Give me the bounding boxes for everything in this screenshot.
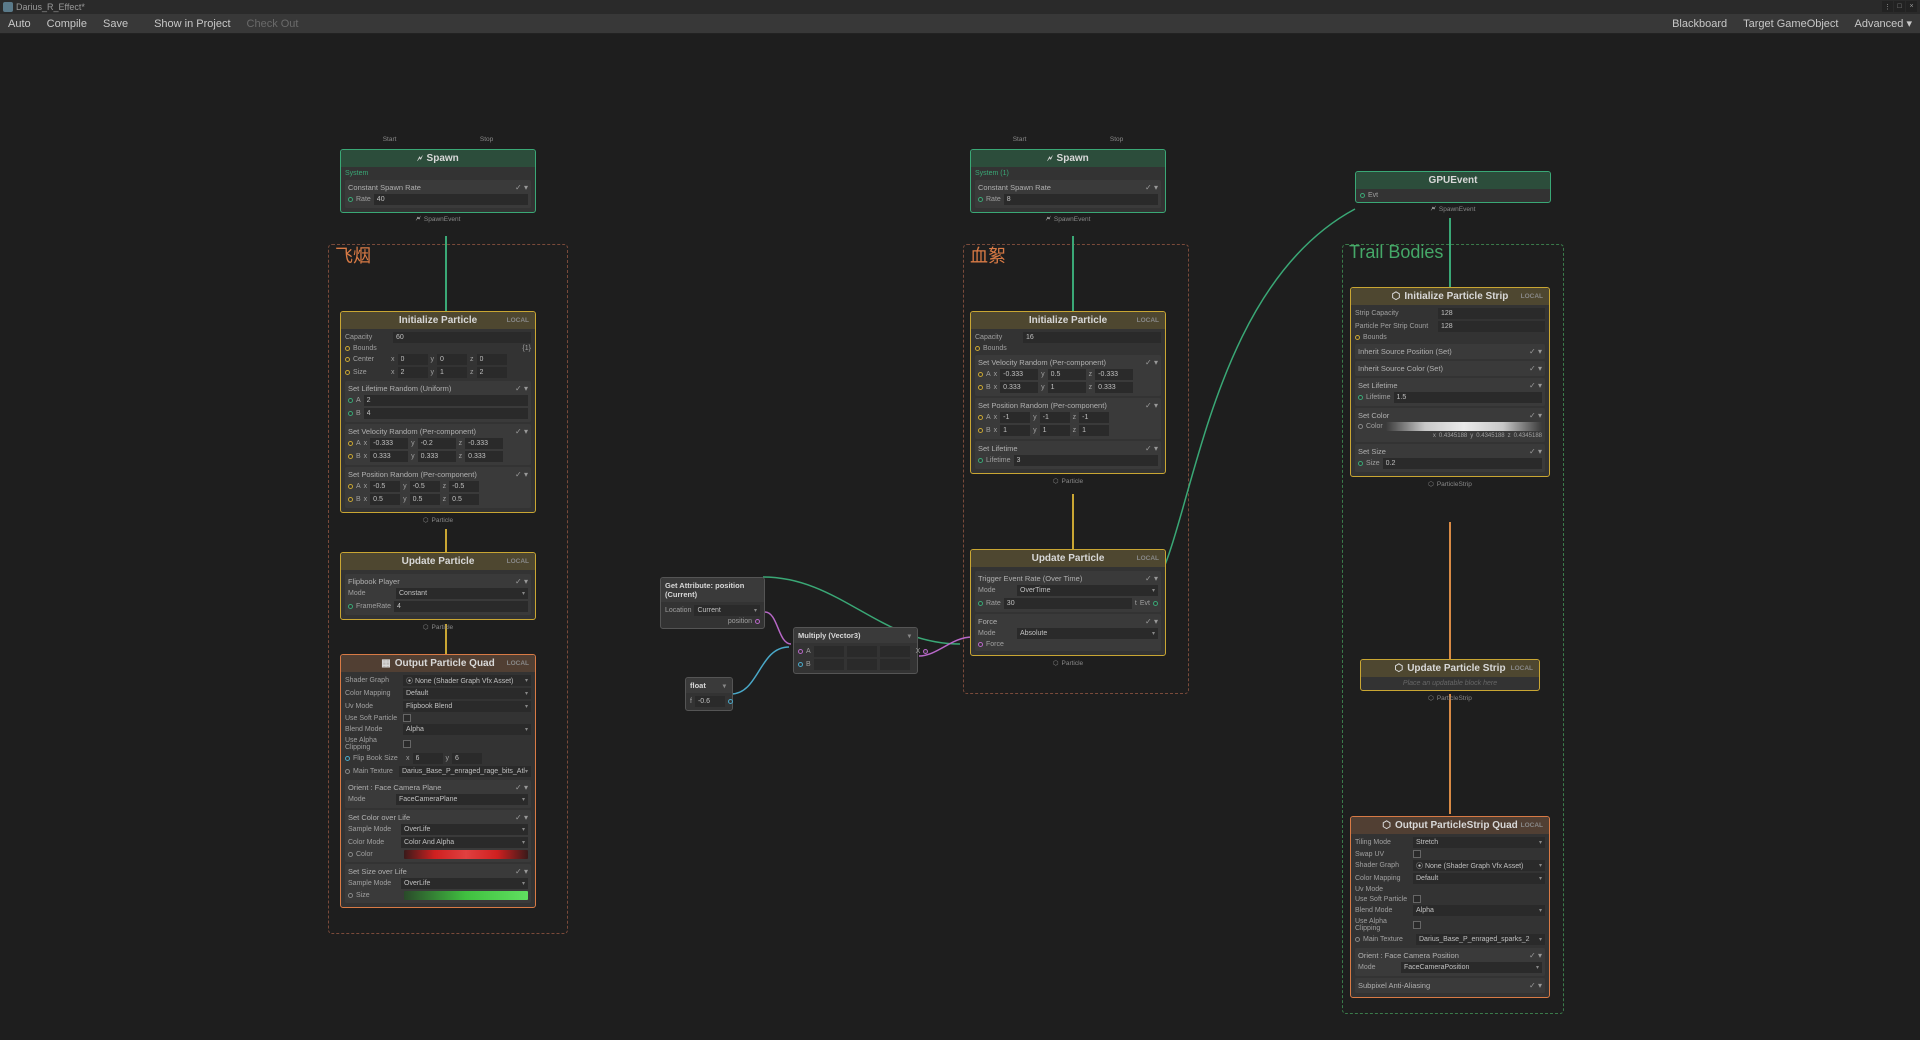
color-gradient[interactable] [404, 850, 528, 859]
advanced-button[interactable]: Advanced ▾ [1846, 14, 1920, 33]
target-gameobject-button[interactable]: Target GameObject [1735, 15, 1846, 33]
window-max[interactable]: □ [1894, 1, 1905, 12]
constant-spawn-rate-block[interactable]: Constant Spawn Rate✓ ▾ Rate [345, 180, 531, 208]
show-in-project-button[interactable]: Show in Project [146, 15, 238, 33]
toolbar: Auto Compile Save Show in Project Check … [0, 14, 1920, 34]
checkout-button[interactable]: Check Out [239, 15, 307, 33]
shader-graph-field[interactable]: ⦿ None (Shader Graph Vfx Asset) [403, 675, 531, 686]
gpu-event-node[interactable]: GPUEvent Evt 🗲SpawnEvent [1355, 171, 1551, 203]
graph-canvas[interactable]: 飞烟 血絮 Trail Bodies StartStop 🗲Spawn Syst… [0, 34, 1920, 1040]
curve-field[interactable] [404, 891, 528, 900]
connector [1072, 494, 1074, 549]
node-header: 🗲Spawn [341, 150, 535, 167]
rate-field[interactable] [374, 194, 528, 205]
window-close[interactable]: × [1906, 1, 1917, 12]
soft-particle-checkbox[interactable] [403, 714, 411, 722]
float-node[interactable]: float▾ f [685, 677, 733, 711]
asset-title: Darius_R_Effect* [16, 2, 85, 12]
connector [763, 609, 793, 649]
initialize-particle-node-2[interactable]: Initialize ParticleLOCAL Capacity Bounds… [970, 311, 1166, 474]
capacity-field[interactable] [393, 332, 531, 343]
trigger-event-rate-block[interactable]: Trigger Event Rate (Over Time)✓ ▾ ModeOv… [975, 571, 1161, 612]
region-label: 血絮 [970, 242, 1006, 268]
window-menu[interactable]: ⋮ [1882, 1, 1893, 12]
spawn-node-2[interactable]: StartStop 🗲Spawn System (1) Constant Spa… [970, 149, 1166, 213]
region-label: Trail Bodies [1349, 242, 1443, 263]
mode-dropdown[interactable]: Constant [396, 588, 528, 599]
set-velocity-random-block[interactable]: Set Velocity Random (Per-component)✓ ▾ A… [345, 424, 531, 465]
connector [729, 644, 794, 699]
update-particle-strip-node[interactable]: ⬡Update Particle StripLOCAL Place an upd… [1360, 659, 1540, 691]
compile-button[interactable]: Compile [39, 15, 95, 33]
initialize-particle-strip-node[interactable]: ⬡Initialize Particle StripLOCAL Strip Ca… [1350, 287, 1550, 477]
flipbook-player-block[interactable]: Flipbook Player✓ ▾ ModeConstant FrameRat… [345, 574, 531, 615]
initialize-particle-node[interactable]: Initialize ParticleLOCAL Capacity Bounds… [340, 311, 536, 513]
connector [1449, 522, 1451, 662]
spawn-node[interactable]: StartStop 🗲Spawn System Constant Spawn R… [340, 149, 536, 213]
set-position-random-block[interactable]: Set Position Random (Per-component)✓ ▾ A… [345, 467, 531, 508]
force-block[interactable]: Force✓ ▾ ModeAbsolute Force [975, 614, 1161, 651]
auto-button[interactable]: Auto [0, 15, 39, 33]
connector [445, 529, 447, 554]
set-lifetime-random-block[interactable]: Set Lifetime Random (Uniform)✓ ▾ A B [345, 381, 531, 422]
blackboard-button[interactable]: Blackboard [1664, 15, 1735, 33]
connector [1449, 218, 1451, 288]
region-label: 飞烟 [335, 242, 371, 268]
set-color-over-life-block[interactable]: Set Color over Life✓ ▾ Sample ModeOverLi… [345, 810, 531, 862]
update-particle-node[interactable]: Update ParticleLOCAL Flipbook Player✓ ▾ … [340, 552, 536, 620]
bolt-icon: 🗲 [417, 154, 422, 164]
get-attribute-node[interactable]: Get Attribute: position (Current) Locati… [660, 577, 765, 629]
connector [445, 236, 447, 311]
set-size-over-life-block[interactable]: Set Size over Life✓ ▾ Sample ModeOverLif… [345, 864, 531, 903]
orient-block[interactable]: Orient : Face Camera Plane✓ ▾ ModeFaceCa… [345, 780, 531, 808]
port-start: Start [383, 136, 397, 143]
title-bar: Darius_R_Effect* ⋮ □ × [0, 0, 1920, 14]
output-particle-quad-node[interactable]: ▦Output Particle QuadLOCAL Shader Graph⦿… [340, 654, 536, 908]
port-spawnevent: SpawnEvent [424, 216, 461, 223]
multiply-node[interactable]: Multiply (Vector3)▾ AX B [793, 627, 918, 674]
connector [1072, 236, 1074, 311]
update-particle-node-2[interactable]: Update ParticleLOCAL Trigger Event Rate … [970, 549, 1166, 656]
port-stop: Stop [480, 136, 493, 143]
save-button[interactable]: Save [95, 15, 136, 33]
output-particlestrip-quad-node[interactable]: ⬡Output ParticleStrip QuadLOCAL Tiling M… [1350, 816, 1550, 998]
connector [1449, 694, 1451, 814]
system-label: System [345, 169, 531, 178]
asset-icon [3, 2, 13, 12]
